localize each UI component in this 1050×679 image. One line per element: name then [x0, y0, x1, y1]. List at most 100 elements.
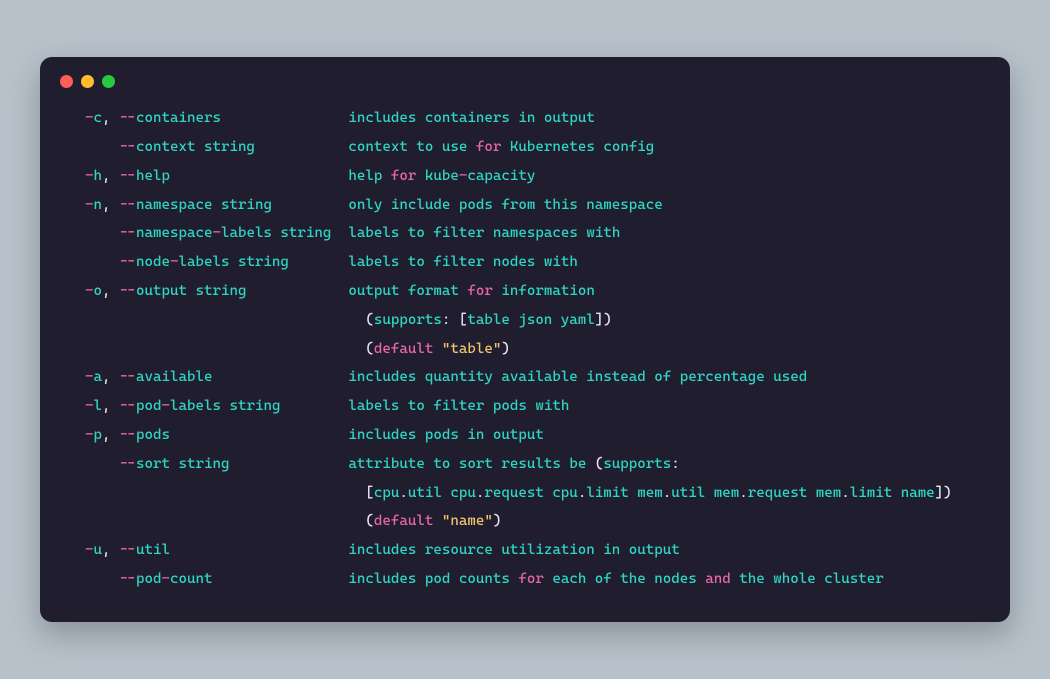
token [68, 398, 85, 414]
token: includes [212, 571, 416, 587]
token: - [85, 369, 94, 385]
token: - [85, 197, 94, 213]
token: output [620, 542, 679, 558]
token: pod [416, 571, 450, 587]
token: include [382, 197, 450, 213]
token [68, 283, 85, 299]
token: limit mem [586, 485, 662, 501]
token: for [391, 168, 417, 184]
token [68, 456, 119, 472]
token: - [85, 398, 94, 414]
output-line: --pod-count includes pod counts for each… [68, 565, 982, 594]
close-icon[interactable] [60, 75, 73, 88]
token: -- [119, 571, 136, 587]
token: format [399, 283, 467, 299]
token: , [102, 398, 119, 414]
token: to [425, 456, 451, 472]
token: "name" [442, 513, 493, 529]
token: filter [425, 225, 484, 241]
token [68, 571, 119, 587]
token: pod [136, 398, 162, 414]
zoom-icon[interactable] [102, 75, 115, 88]
token: - [162, 398, 171, 414]
token: -- [119, 283, 136, 299]
token: config [595, 139, 654, 155]
token: in [510, 110, 536, 126]
terminal-output: -c, --containers includes containers in … [40, 104, 1010, 594]
token [68, 485, 365, 501]
token: help [170, 168, 391, 184]
token: labels string [170, 398, 280, 414]
token: with [535, 254, 577, 270]
token [68, 542, 85, 558]
output-line: (default "name") [68, 507, 982, 536]
token: [ [365, 485, 374, 501]
minimize-icon[interactable] [81, 75, 94, 88]
titlebar [40, 75, 1010, 104]
token: quantity [416, 369, 492, 385]
token: request cpu [484, 485, 577, 501]
token: to [399, 398, 425, 414]
token: instead [578, 369, 646, 385]
output-line: -c, --containers includes containers in … [68, 104, 982, 133]
token: -- [119, 456, 136, 472]
token [68, 312, 365, 328]
token: namespace [578, 197, 663, 213]
token: l [94, 398, 103, 414]
token: a [94, 369, 103, 385]
token [68, 225, 119, 241]
token: : [671, 456, 680, 472]
token: request mem [748, 485, 841, 501]
token: results [493, 456, 561, 472]
token: information [493, 283, 595, 299]
token [68, 341, 365, 357]
token: available [136, 369, 212, 385]
token: -- [119, 254, 136, 270]
token: ) [493, 513, 502, 529]
token: , [102, 369, 119, 385]
output-line: --context string context to use for Kube… [68, 133, 982, 162]
token: includes [221, 110, 416, 126]
token: n [94, 197, 103, 213]
token: of [586, 571, 612, 587]
token: - [85, 427, 94, 443]
token: namespaces [484, 225, 577, 241]
token [68, 427, 85, 443]
token: capacity [467, 168, 535, 184]
token [68, 369, 85, 385]
token [68, 197, 85, 213]
token: labels string [178, 254, 288, 270]
token: sort string [136, 456, 229, 472]
token: for [467, 283, 493, 299]
token: labels [280, 398, 399, 414]
token: of [646, 369, 672, 385]
token: filter [425, 398, 484, 414]
token: ) [501, 341, 510, 357]
token: whole [765, 571, 816, 587]
token: output [535, 110, 594, 126]
token: each [544, 571, 586, 587]
token: use [433, 139, 475, 155]
token: default [374, 513, 433, 529]
token: ( [365, 312, 374, 328]
token: util cpu [408, 485, 476, 501]
token: pods [136, 427, 170, 443]
token: utilization [493, 542, 595, 558]
output-line: (default "table") [68, 335, 982, 364]
token: p [94, 427, 103, 443]
token: ( [365, 513, 374, 529]
token: Kubernetes [501, 139, 594, 155]
token: default [374, 341, 433, 357]
token: nodes [646, 571, 705, 587]
token: u [94, 542, 103, 558]
token: , [102, 168, 119, 184]
token: kube [416, 168, 458, 184]
token: pods [416, 427, 458, 443]
token: sort [450, 456, 492, 472]
token: only [272, 197, 382, 213]
token [68, 513, 365, 529]
output-line: (supports: [table json yaml]) [68, 306, 982, 335]
token: . [399, 485, 408, 501]
token: to [399, 225, 425, 241]
token: -- [119, 225, 136, 241]
